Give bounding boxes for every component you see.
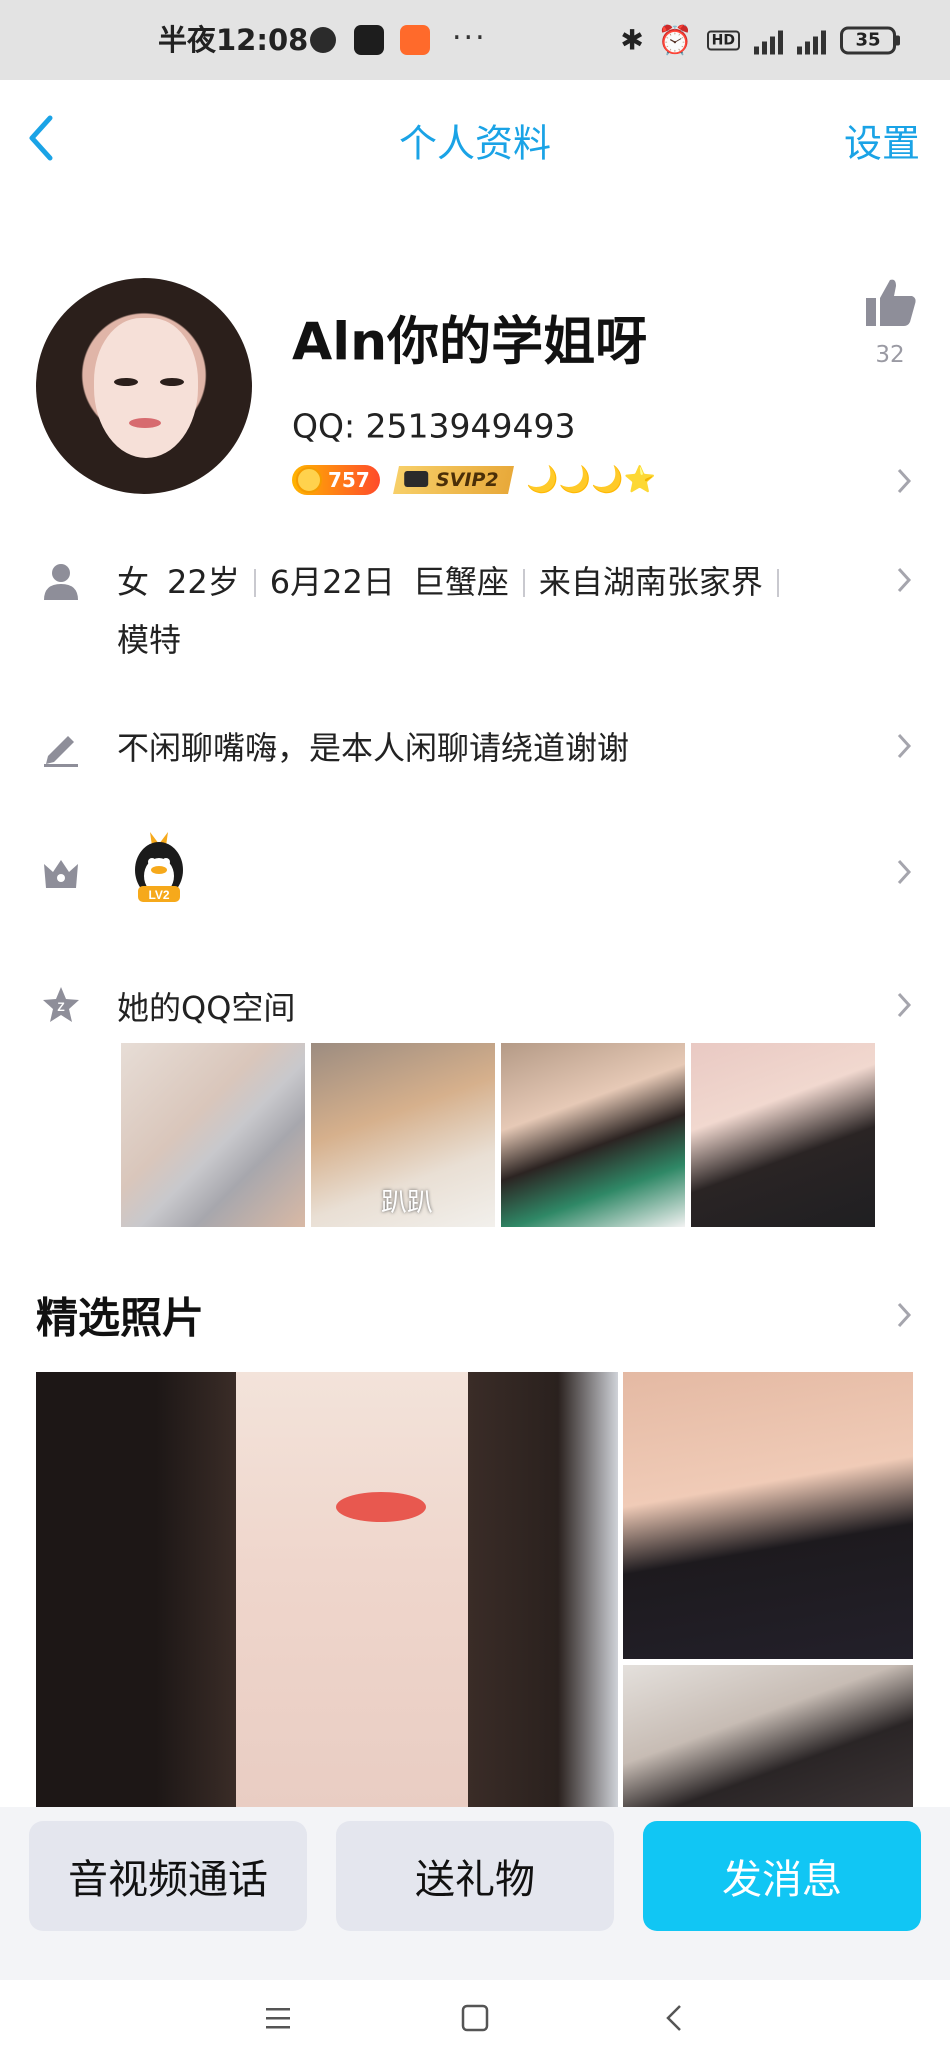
- svip-badge: SVIP2: [392, 466, 514, 494]
- status-bar: 半夜12:08 ··· ✱ ⏰ HD 35: [0, 0, 950, 80]
- qq-penguin-medal-icon[interactable]: LV2: [130, 830, 188, 906]
- video-call-button[interactable]: 音视频通话: [29, 1821, 307, 1931]
- status-icons: ✱ ⏰ HD 35: [620, 24, 900, 57]
- pencil-icon: [44, 736, 78, 767]
- action-bar: 音视频通话 送礼物 发消息: [0, 1807, 950, 1980]
- bluetooth-icon: ✱: [620, 23, 644, 57]
- person-icon: [44, 564, 78, 600]
- chevron-right-icon[interactable]: [896, 858, 912, 886]
- menu-icon[interactable]: [258, 1998, 298, 2038]
- qzone-star-icon: Z: [43, 987, 79, 1022]
- qzone-thumbnail[interactable]: [121, 1043, 305, 1227]
- status-time: 半夜12:08: [158, 23, 309, 57]
- zodiac: 巨蟹座: [412, 563, 509, 601]
- svg-text:Z: Z: [57, 1000, 64, 1014]
- qzone-thumbnail[interactable]: 趴趴: [311, 1043, 495, 1227]
- hometown: 来自湖南张家界: [538, 563, 763, 601]
- settings-button[interactable]: 设置: [844, 113, 920, 168]
- thumbs-up-icon[interactable]: [862, 276, 918, 328]
- gender: 女: [117, 563, 150, 601]
- battery-icon: 35: [840, 26, 900, 54]
- avatar[interactable]: [36, 278, 252, 494]
- alarm-icon: ⏰: [657, 23, 693, 57]
- crown-icon: [44, 860, 78, 888]
- app-notification-icon: [354, 25, 384, 55]
- chevron-right-icon[interactable]: [896, 566, 912, 594]
- featured-photo[interactable]: [623, 1665, 913, 1807]
- badges[interactable]: 757 SVIP2 🌙🌙🌙⭐: [292, 465, 656, 495]
- basic-info[interactable]: 女 22岁 6月22日 巨蟹座 来自湖南张家界模特: [117, 553, 857, 669]
- birthday: 6月22日: [269, 563, 395, 601]
- coin-badge: 757: [292, 465, 380, 495]
- page-title: 个人资料: [398, 121, 551, 166]
- qzone-label[interactable]: 她的QQ空间: [117, 983, 295, 1029]
- send-message-button[interactable]: 发消息: [643, 1821, 921, 1931]
- thumbnail-caption: 趴趴: [381, 1188, 434, 1218]
- like-count: 32: [875, 342, 905, 368]
- nickname: Aln你的学姐呀: [292, 312, 648, 373]
- occupation: 模特: [117, 621, 182, 659]
- signal-icon: [754, 26, 783, 54]
- more-notifications-icon: ···: [452, 20, 487, 56]
- system-nav-bar: [0, 1980, 950, 2058]
- chevron-right-icon[interactable]: [896, 1301, 912, 1329]
- level-icons: 🌙🌙🌙⭐: [526, 465, 656, 495]
- crown-icon: [403, 471, 428, 487]
- featured-photo[interactable]: [623, 1372, 913, 1659]
- signature[interactable]: 不闲聊嘴嗨，是本人闲聊请绕道谢谢: [117, 723, 629, 769]
- qzone-thumbnail[interactable]: [691, 1043, 875, 1227]
- home-icon[interactable]: [455, 1998, 495, 2038]
- featured-photos-title: 精选照片: [36, 1293, 205, 1343]
- chevron-right-icon[interactable]: [896, 467, 912, 495]
- age: 22岁: [167, 563, 240, 601]
- battery-level: 35: [840, 26, 896, 54]
- app-notification-icon: [310, 27, 336, 53]
- nav-bar: 个人资料 设置: [0, 80, 950, 205]
- hd-icon: HD: [706, 30, 740, 50]
- featured-photo[interactable]: [36, 1372, 618, 1807]
- qzone-thumbnails: 趴趴: [121, 1043, 875, 1227]
- qq-number: QQ: 2513949493: [292, 406, 576, 446]
- back-icon[interactable]: [656, 1998, 696, 2038]
- chevron-right-icon[interactable]: [896, 732, 912, 760]
- app-notification-icon: [400, 25, 430, 55]
- signal-icon: [797, 26, 826, 54]
- qzone-thumbnail[interactable]: [501, 1043, 685, 1227]
- send-gift-button[interactable]: 送礼物: [336, 1821, 614, 1931]
- coin-icon: [296, 467, 322, 493]
- chevron-right-icon[interactable]: [896, 991, 912, 1019]
- medal-level: LV2: [148, 888, 169, 902]
